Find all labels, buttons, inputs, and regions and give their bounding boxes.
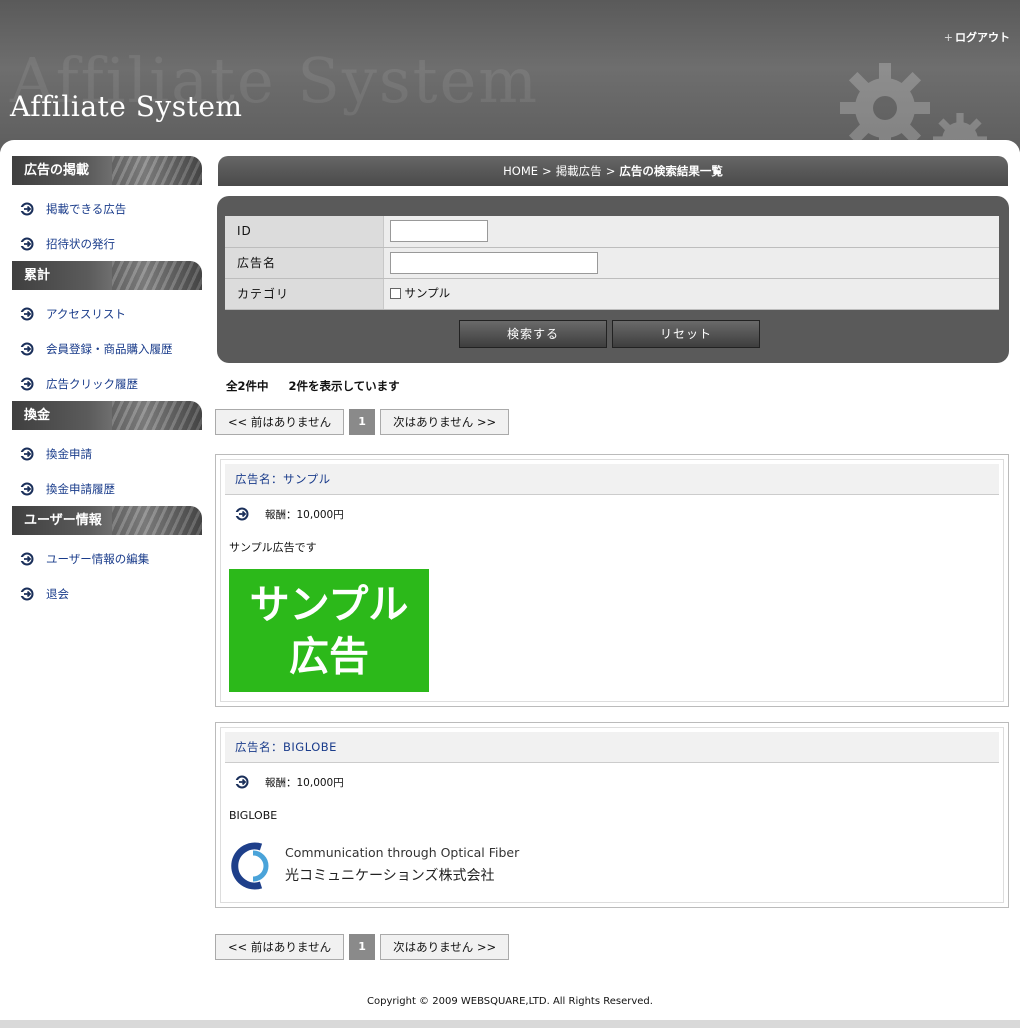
arrow-circle-icon <box>235 507 249 521</box>
banner-line: サンプル <box>249 582 409 628</box>
arrow-circle-icon <box>20 552 34 565</box>
result-total: 全2件中 <box>226 379 269 393</box>
sidebar-section-ad-posting: 広告の掲載 <box>12 156 202 185</box>
gear-icon <box>840 63 930 152</box>
sidebar-item-label: 換金申請履歴 <box>46 481 115 496</box>
checkbox-icon[interactable] <box>389 287 401 299</box>
search-button[interactable]: 検索する <box>459 320 607 348</box>
pager-bottom: << 前はありません 1 次はありません >> <box>215 934 510 960</box>
arrow-circle-icon <box>20 377 34 390</box>
ad-card-inner: 広告名：BIGLOBE 報酬：10,000円 BIGLOBE Communica… <box>220 727 1004 903</box>
pager-top: << 前はありません 1 次はありません >> <box>215 409 510 435</box>
checkbox-label: サンプル <box>404 286 451 301</box>
sidebar-item-cashout-history[interactable]: 換金申請履歴 <box>12 471 202 506</box>
result-showing: 2件を表示しています <box>288 379 400 393</box>
arrow-circle-icon <box>20 447 34 460</box>
breadcrumb-parent[interactable]: 掲載広告 <box>556 164 602 178</box>
sidebar-item-cashout-request[interactable]: 換金申請 <box>12 436 202 471</box>
category-cell: サンプル <box>383 278 999 310</box>
sidebar-item-click-history[interactable]: 広告クリック履歴 <box>12 366 202 401</box>
sidebar-item-label: 換金申請 <box>46 446 92 461</box>
prev-page-button[interactable]: << 前はありません <box>215 409 345 435</box>
ad-card-inner: 広告名：サンプル 報酬：10,000円 サンプル広告です サンプル 広告 <box>220 459 1004 702</box>
ad-name-cell <box>383 247 999 279</box>
arrow-circle-icon <box>235 775 249 789</box>
arrow-circle-icon <box>20 342 34 355</box>
logout-link[interactable]: + ログアウト <box>944 29 1010 45</box>
sidebar-item-label: アクセスリスト <box>46 306 126 321</box>
category-sample-checkbox[interactable]: サンプル <box>389 285 451 301</box>
prev-page-button[interactable]: << 前はありません <box>215 934 345 960</box>
sidebar-item-invitation[interactable]: 招待状の発行 <box>12 226 202 261</box>
sidebar-item-label: 広告クリック履歴 <box>46 376 138 391</box>
ad-reward-label: 報酬：10,000円 <box>265 508 344 521</box>
ad-banner[interactable]: Communication through Optical Fiber 光コミュ… <box>231 837 531 897</box>
sidebar-item-label: ユーザー情報の編集 <box>46 551 150 566</box>
sidebar-section-cashout: 換金 <box>12 401 202 430</box>
arrow-circle-icon <box>20 482 34 495</box>
result-count: 全2件中 2件を表示しています <box>226 378 400 394</box>
chevron-right-icon: > <box>542 164 552 178</box>
page-number[interactable]: 1 <box>349 934 376 960</box>
arrow-circle-icon <box>20 307 34 320</box>
fiber-logo-icon <box>231 842 269 890</box>
banner-line: 光コミュニケーションズ株式会社 <box>285 868 495 884</box>
breadcrumb: HOME > 掲載広告 > 広告の検索結果一覧 <box>218 156 1008 186</box>
arrow-circle-icon <box>20 237 34 250</box>
site-logo[interactable]: Affiliate System <box>10 90 242 123</box>
ad-name-input[interactable] <box>389 251 598 274</box>
ad-reward: 報酬：10,000円 <box>221 495 1003 533</box>
sidebar-section-user-info: ユーザー情報 <box>12 506 202 535</box>
id-label: ID <box>225 216 384 248</box>
search-table: ID 広告名 カテゴリ サンプル <box>225 216 999 310</box>
sidebar: 広告の掲載 掲載できる広告 招待状の発行 累計 アクセスリスト 会員登録・商品購… <box>12 156 202 611</box>
sidebar-item-withdraw[interactable]: 退会 <box>12 576 202 611</box>
arrow-circle-icon <box>20 587 34 600</box>
sidebar-item-postable-ads[interactable]: 掲載できる広告 <box>12 191 202 226</box>
sidebar-section-totals: 累計 <box>12 261 202 290</box>
category-label: カテゴリ <box>225 278 384 310</box>
page-number[interactable]: 1 <box>349 409 376 435</box>
sidebar-item-label: 掲載できる広告 <box>46 201 127 216</box>
search-form: ID 広告名 カテゴリ サンプル 検索する リセット <box>217 196 1009 363</box>
ad-reward-label: 報酬：10,000円 <box>265 776 344 789</box>
next-page-button[interactable]: 次はありません >> <box>380 409 510 435</box>
banner-line: Communication through Optical Fiber <box>285 845 520 860</box>
sidebar-item-edit-user[interactable]: ユーザー情報の編集 <box>12 541 202 576</box>
breadcrumb-current: 広告の検索結果一覧 <box>619 164 723 178</box>
ad-name-label: 広告名 <box>225 247 384 279</box>
reset-button[interactable]: リセット <box>612 320 760 348</box>
ad-banner[interactable]: サンプル 広告 <box>229 569 429 692</box>
next-page-button[interactable]: 次はありません >> <box>380 934 510 960</box>
sidebar-item-purchase-history[interactable]: 会員登録・商品購入履歴 <box>12 331 202 366</box>
ad-card: 広告名：サンプル 報酬：10,000円 サンプル広告です サンプル 広告 <box>215 454 1009 707</box>
search-row-category: カテゴリ サンプル <box>225 278 999 310</box>
id-input[interactable] <box>389 220 488 243</box>
search-row-id: ID <box>225 216 999 248</box>
ad-title[interactable]: 広告名：BIGLOBE <box>225 732 999 763</box>
ad-card: 広告名：BIGLOBE 報酬：10,000円 BIGLOBE Communica… <box>215 722 1009 908</box>
sidebar-item-label: 会員登録・商品購入履歴 <box>46 341 173 356</box>
main-panel: 広告の掲載 掲載できる広告 招待状の発行 累計 アクセスリスト 会員登録・商品購… <box>0 140 1020 1020</box>
sidebar-item-label: 退会 <box>46 586 69 601</box>
logout-label: ログアウト <box>955 31 1010 44</box>
banner-line: 広告 <box>289 634 369 680</box>
id-cell <box>383 216 999 248</box>
ad-description: サンプル広告です <box>229 541 317 554</box>
breadcrumb-home[interactable]: HOME <box>503 164 538 178</box>
search-row-name: 広告名 <box>225 247 999 279</box>
ad-reward: 報酬：10,000円 <box>221 763 1003 801</box>
ad-description: BIGLOBE <box>229 809 278 822</box>
site-header: Affiliate System Affiliate System + ログアウ… <box>0 0 1020 152</box>
arrow-circle-icon <box>20 202 34 215</box>
sidebar-item-label: 招待状の発行 <box>46 236 115 251</box>
plus-icon: + <box>943 31 953 44</box>
chevron-right-icon: > <box>605 164 616 178</box>
sidebar-item-access-list[interactable]: アクセスリスト <box>12 296 202 331</box>
ad-title[interactable]: 広告名：サンプル <box>225 464 999 495</box>
footer-copyright: Copyright © 2009 WEBSQUARE,LTD. All Righ… <box>367 996 653 1007</box>
